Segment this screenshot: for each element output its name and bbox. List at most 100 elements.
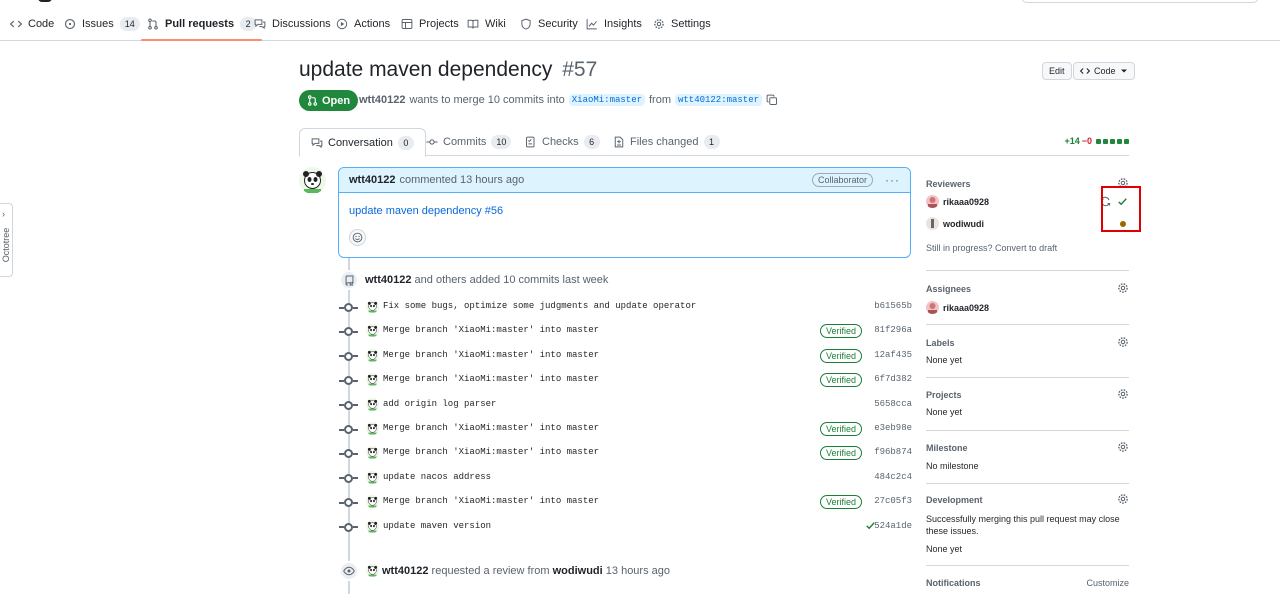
issue-link[interactable]: update maven dependency #56 [349,205,503,217]
tab-issues[interactable]: Issues 14 [64,8,140,40]
edit-button[interactable]: Edit [1042,62,1072,80]
gear-icon[interactable] [1117,336,1129,348]
avatar[interactable] [366,373,379,387]
sidebar-heading[interactable]: Development [926,495,983,505]
verified-badge[interactable]: Verified [820,422,863,436]
commit-message[interactable]: Merge branch 'XiaoMi:master' into master [383,447,599,457]
tab-count: 6 [583,135,600,149]
commit-sha[interactable]: 27c05f3 [874,496,912,506]
avatar[interactable] [366,397,379,411]
commit-sha[interactable]: 5658cca [874,399,912,409]
tab-conversation[interactable]: Conversation 0 [299,128,426,157]
convert-to-draft-link[interactable]: Convert to draft [995,243,1057,253]
tab-pull-requests[interactable]: Pull requests 2 [140,8,263,41]
commit-icon [426,136,438,148]
commit-message[interactable]: Merge branch 'XiaoMi:master' into master [383,496,599,506]
add-reaction-button[interactable] [349,229,366,246]
tab-files-changed[interactable]: Files changed 1 [613,128,720,156]
sidebar-heading[interactable]: Projects [926,390,962,400]
avatar[interactable] [366,300,379,313]
diffstat-block [1103,138,1108,144]
event-reviewer[interactable]: wodiwudi [553,565,603,577]
avatar[interactable] [366,422,379,435]
kebab-menu-icon[interactable]: ··· [885,173,900,187]
commit-sha[interactable]: b61565b [874,301,912,311]
sidebar-heading[interactable]: Assignees [926,284,971,294]
tab-projects[interactable]: Projects [401,8,459,40]
commit-message[interactable]: Merge branch 'XiaoMi:master' into master [383,325,599,335]
avatar[interactable] [366,470,379,484]
commit-message[interactable]: Fix some bugs, optimize some judgments a… [383,301,696,311]
reviewer-item[interactable]: rikaaa0928 [926,195,989,208]
commit-message[interactable]: Merge branch 'XiaoMi:master' into master [383,350,599,360]
event-author[interactable]: wtt40122 [382,565,428,577]
sidebar-reviewers: Reviewers rikaaa0928 wodiwudi Still in p… [926,178,1129,271]
assignee-item[interactable]: rikaaa0928 [926,301,989,314]
tab-actions[interactable]: Actions [336,8,390,40]
avatar[interactable] [366,519,379,533]
sidebar-milestone: Milestone No milestone [926,441,1129,484]
review-event-text: wtt40122 requested a review from wodiwud… [382,565,670,577]
avatar[interactable] [366,446,379,460]
verified-badge[interactable]: Verified [820,495,863,510]
avatar[interactable] [366,324,379,338]
verified-badge[interactable]: Verified [820,373,863,388]
tab-insights[interactable]: Insights [586,8,642,40]
sidebar-heading[interactable]: Labels [926,338,955,348]
github-logo[interactable] [38,0,52,2]
sidebar-heading[interactable]: Milestone [926,443,968,453]
copy-icon[interactable] [766,94,778,106]
avatar [926,217,939,230]
sidebar-heading[interactable]: Reviewers [926,179,971,189]
gear-icon[interactable] [1117,493,1129,505]
verified-badge[interactable]: Verified [820,348,863,363]
tab-settings[interactable]: Settings [653,8,711,40]
event-time[interactable]: 13 hours ago [606,565,670,577]
commit-message[interactable]: update nacos address [383,472,491,482]
commit-message[interactable]: Merge branch 'XiaoMi:master' into master [383,374,599,384]
tab-wiki[interactable]: Wiki [467,8,506,40]
comment-author[interactable]: wtt40122 [349,174,395,186]
diffstat-block [1124,138,1129,144]
tab-discussions[interactable]: Discussions [254,8,331,40]
tab-commits[interactable]: Commits 10 [426,128,512,156]
commit-sha[interactable]: 6f7d382 [874,374,912,384]
edit-button-label: Edit [1049,66,1065,76]
commit-icon [339,473,358,483]
tab-checks[interactable]: Checks 6 [525,128,600,156]
customize-link[interactable]: Customize [1086,578,1129,588]
commit-message[interactable]: add origin log parser [383,399,496,409]
avatar[interactable] [366,495,379,509]
base-branch[interactable]: XiaoMi:master [568,94,645,106]
commit-sha[interactable]: 12af435 [874,350,912,360]
avatar[interactable] [366,564,379,577]
tab-label: Projects [419,18,459,30]
event-author[interactable]: wtt40122 [365,274,411,286]
gear-icon[interactable] [1117,388,1129,400]
commit-sha[interactable]: e3eb98e [874,423,912,433]
comment-time[interactable]: commented 13 hours ago [399,174,524,186]
avatar[interactable] [299,167,326,194]
avatar[interactable] [366,348,379,362]
diffstat-deletions: −0 [1081,136,1092,146]
gear-icon[interactable] [1117,282,1129,294]
commit-message[interactable]: update maven version [383,521,491,531]
head-branch[interactable]: wtt40122:master [675,94,763,106]
global-search-input[interactable] [1022,0,1258,3]
verified-badge[interactable]: Verified [820,446,863,461]
author-link[interactable]: wtt40122 [359,94,405,106]
verified-badge[interactable]: Verified [820,324,863,339]
commit-row: update nacos address 484c2c4 [339,468,912,488]
commit-sha[interactable]: f96b874 [874,447,912,457]
commit-sha[interactable]: 524a1de [874,521,912,531]
gear-icon[interactable] [1117,441,1129,453]
code-dropdown-button[interactable]: Code [1073,62,1135,80]
commit-sha[interactable]: 81f296a [874,325,912,335]
tab-label: Conversation [328,136,393,149]
tab-security[interactable]: Security [520,8,578,40]
octotree-toggle[interactable]: › Octotree [0,203,13,277]
reviewer-item[interactable]: wodiwudi [926,217,984,230]
commit-message[interactable]: Merge branch 'XiaoMi:master' into master [383,423,599,433]
commit-sha[interactable]: 484c2c4 [874,472,912,482]
tab-code[interactable]: Code [10,8,54,40]
